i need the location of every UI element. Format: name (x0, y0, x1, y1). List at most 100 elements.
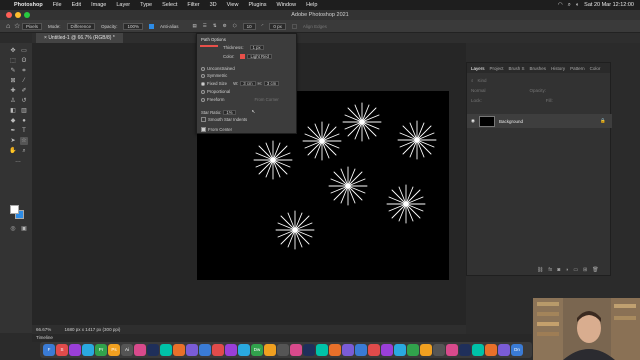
dock-app-icon[interactable] (394, 344, 406, 356)
sides-icon[interactable]: ⬡ (233, 23, 237, 29)
opacity-field[interactable]: 100% (123, 22, 143, 30)
proportional-radio[interactable] (201, 89, 205, 94)
menu-layer[interactable]: Layer (116, 2, 130, 8)
dock-app-icon[interactable]: Ps (108, 344, 120, 356)
close-window-button[interactable] (6, 12, 12, 18)
corner-radius-field[interactable]: 0 px (269, 22, 286, 30)
dock-app-icon[interactable] (446, 344, 458, 356)
blur-tool-icon[interactable]: ◆ (9, 117, 17, 125)
dock-app-icon[interactable]: Dw (251, 344, 263, 356)
width-field[interactable]: 3 cm (240, 81, 256, 86)
minimize-window-button[interactable] (15, 12, 21, 18)
dock-app-icon[interactable] (368, 344, 380, 356)
dock-app-icon[interactable] (82, 344, 94, 356)
tab-color[interactable]: Color (590, 66, 601, 71)
foreground-color-swatch[interactable] (10, 205, 19, 214)
menu-file[interactable]: File (53, 2, 62, 8)
path-align-icon[interactable]: ☰ (203, 23, 207, 29)
delete-layer-icon[interactable]: 🗑 (592, 267, 598, 273)
dock-app-icon[interactable]: Dn (511, 344, 523, 356)
eraser-tool-icon[interactable]: ◧ (9, 107, 17, 115)
menubar-clock[interactable]: Sat 20 Mar 12:12:00 (584, 2, 634, 8)
healing-brush-tool-icon[interactable]: ✚ (9, 87, 17, 95)
adjustment-layer-icon[interactable]: ◑ (565, 267, 568, 273)
menu-help[interactable]: Help (306, 2, 317, 8)
layer-row[interactable]: ◉ Background 🔒 (467, 114, 612, 128)
tab-history[interactable]: History (551, 66, 565, 71)
search-icon[interactable]: ⌕ (568, 2, 571, 9)
symmetric-radio[interactable] (201, 73, 205, 78)
path-ops-icon[interactable]: ▤ (193, 23, 197, 29)
type-tool-icon[interactable]: T (20, 127, 28, 135)
dock-app-icon[interactable] (225, 344, 237, 356)
new-layer-icon[interactable]: ⊞ (583, 267, 587, 273)
zoom-tool-icon[interactable]: ⌕ (20, 147, 28, 155)
dock-app-icon[interactable] (303, 344, 315, 356)
dock-app-icon[interactable] (342, 344, 354, 356)
path-options-gear-icon[interactable]: ⚙ (223, 23, 227, 29)
menu-type[interactable]: Type (140, 2, 152, 8)
dodge-tool-icon[interactable]: ● (20, 117, 28, 125)
dock-app-icon[interactable] (485, 344, 497, 356)
dock-app-icon[interactable] (407, 344, 419, 356)
frame-tool-icon[interactable]: ⊠ (9, 77, 17, 85)
dock-app-icon[interactable] (134, 344, 146, 356)
blend-mode-select[interactable]: Normal (471, 88, 486, 93)
wifi-icon[interactable]: ◠ (558, 2, 563, 8)
control-center-icon[interactable]: ◐ (576, 2, 579, 8)
dock-app-icon[interactable] (160, 344, 172, 356)
sides-field[interactable]: 10 (242, 22, 256, 30)
menu-view[interactable]: View (227, 2, 239, 8)
gradient-tool-icon[interactable]: ▥ (20, 107, 28, 115)
pen-tool-icon[interactable]: ✒ (9, 127, 17, 135)
dock-app-icon[interactable]: Ai (121, 344, 133, 356)
zoom-level[interactable]: 66.67% (36, 327, 51, 332)
dock-app-icon[interactable] (277, 344, 289, 356)
dock-app-icon[interactable] (433, 344, 445, 356)
dock-app-icon[interactable] (316, 344, 328, 356)
menu-select[interactable]: Select (162, 2, 177, 8)
menu-window[interactable]: Window (277, 2, 297, 8)
dock-app-icon[interactable] (238, 344, 250, 356)
star-tool-preset-icon[interactable]: ☆ (14, 22, 20, 30)
menu-photoshop[interactable]: Photoshop (14, 2, 43, 8)
artboard-tool-icon[interactable]: ▭ (20, 47, 28, 55)
dock-app-icon[interactable]: S (56, 344, 68, 356)
unconstrained-radio[interactable] (201, 66, 205, 71)
lasso-tool-icon[interactable]: ʘ (20, 57, 28, 65)
thickness-field[interactable]: 1 px (249, 45, 264, 50)
eyedropper-tool-icon[interactable]: ⁄ (20, 77, 28, 85)
from-corner-option[interactable]: From Corner (254, 97, 278, 102)
quick-select-tool-icon[interactable]: ✎ (9, 67, 17, 75)
dock-app-icon[interactable] (472, 344, 484, 356)
dock-app-icon[interactable] (147, 344, 159, 356)
freeform-radio[interactable] (201, 97, 205, 102)
dock-app-icon[interactable]: Pr (95, 344, 107, 356)
menu-3d[interactable]: 3D (210, 2, 217, 8)
menu-edit[interactable]: Edit (72, 2, 81, 8)
new-group-icon[interactable]: ▭ (573, 267, 578, 273)
path-select-tool-icon[interactable]: ➤ (9, 137, 17, 145)
fill-mode-select[interactable]: Pixels (22, 22, 43, 30)
marquee-tool-icon[interactable]: ⬚ (9, 57, 17, 65)
dock-app-icon[interactable] (381, 344, 393, 356)
move-tool-icon[interactable]: ✥ (9, 47, 17, 55)
menu-plugins[interactable]: Plugins (248, 2, 266, 8)
fixed-size-radio[interactable] (201, 81, 205, 86)
crop-tool-icon[interactable]: ⌗ (20, 67, 28, 75)
dock-app-icon[interactable] (290, 344, 302, 356)
path-arrange-icon[interactable]: ⇅ (213, 23, 217, 29)
align-edges-checkbox[interactable] (291, 23, 297, 29)
dock-app-icon[interactable] (498, 344, 510, 356)
dock-app-icon[interactable] (173, 344, 185, 356)
dock-app-icon[interactable]: F (43, 344, 55, 356)
more-tools-icon[interactable]: … (14, 157, 22, 165)
clone-stamp-tool-icon[interactable]: ♙ (9, 97, 17, 105)
tab-pattern[interactable]: Pattern (570, 66, 585, 71)
screen-mode-icon[interactable]: ▣ (20, 225, 28, 233)
menu-image[interactable]: Image (91, 2, 106, 8)
layer-style-icon[interactable]: fx (548, 267, 552, 273)
blend-mode-select[interactable]: Difference (66, 22, 95, 30)
add-mask-icon[interactable]: ◙ (557, 267, 560, 273)
antialias-checkbox[interactable] (149, 23, 154, 29)
